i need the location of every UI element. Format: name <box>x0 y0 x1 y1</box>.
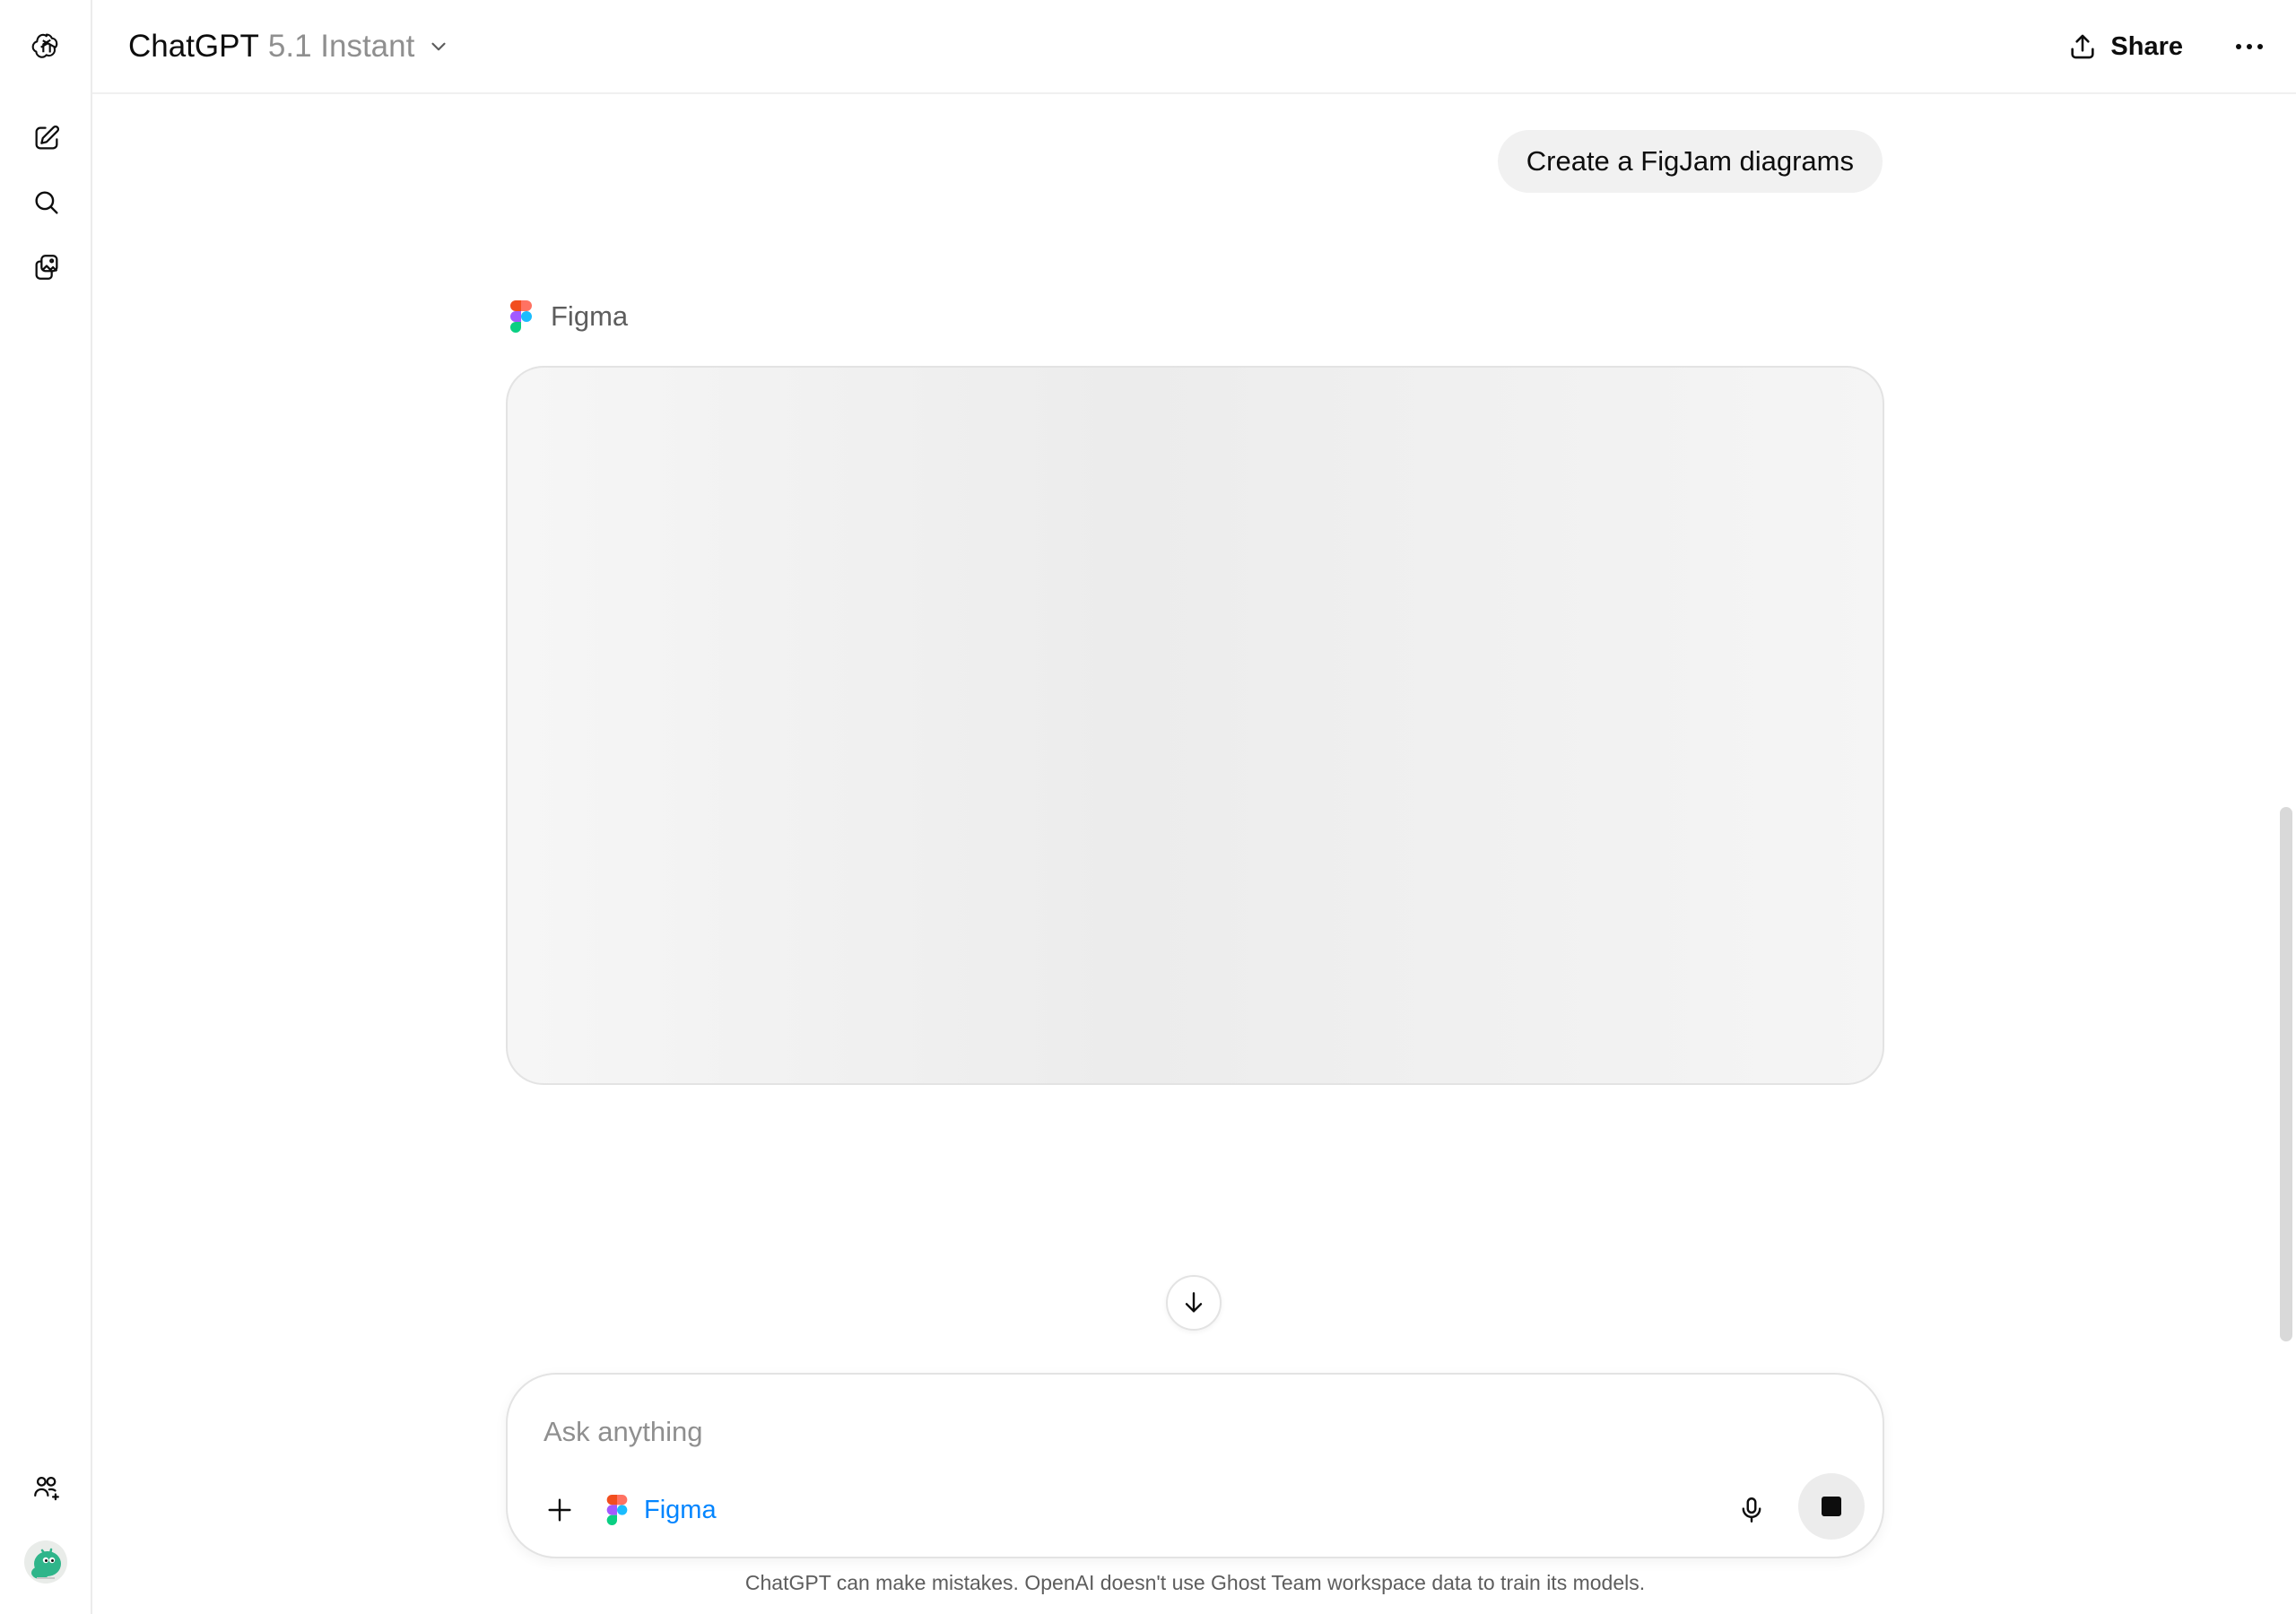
ellipsis-icon <box>2236 44 2263 49</box>
invite-members-icon[interactable] <box>23 1463 70 1510</box>
scrollbar-thumb[interactable] <box>2280 807 2292 1341</box>
model-selector[interactable]: ChatGPT 5.1 Instant <box>125 22 454 72</box>
active-tool-chip[interactable]: Figma <box>606 1488 717 1532</box>
tool-header: Figma <box>509 297 628 336</box>
more-options-button[interactable] <box>2226 23 2273 70</box>
user-message-text: Create a FigJam diagrams <box>1526 145 1854 177</box>
model-name: ChatGPT <box>128 29 259 64</box>
new-chat-icon[interactable] <box>23 115 70 161</box>
disclaimer-text: ChatGPT can make mistakes. OpenAI doesn'… <box>744 1571 1646 1594</box>
openai-logo-icon[interactable] <box>23 23 70 70</box>
arrow-down-icon <box>1185 1292 1203 1313</box>
user-message-bubble: Create a FigJam diagrams <box>1497 130 1883 193</box>
share-label: Share <box>2110 31 2183 61</box>
share-button[interactable]: Share <box>2057 23 2194 70</box>
figma-logo-icon <box>510 300 532 333</box>
chatgpt-app: ChatGPT 5.1 Instant Share Create a FigJa… <box>0 0 2296 1614</box>
stop-icon <box>1822 1497 1841 1516</box>
model-version: 5.1 Instant <box>267 29 415 64</box>
tool-name: Figma <box>551 300 629 332</box>
add-attachment-button[interactable] <box>535 1485 585 1535</box>
figma-logo-icon <box>606 1495 628 1525</box>
top-header: ChatGPT 5.1 Instant Share <box>92 0 2296 94</box>
avatar[interactable] <box>24 1540 67 1584</box>
scroll-to-bottom-button[interactable] <box>1166 1275 1222 1331</box>
left-rail <box>0 0 92 1614</box>
chevron-down-icon <box>431 42 446 51</box>
library-icon[interactable] <box>23 244 70 291</box>
figma-embed-placeholder[interactable] <box>506 366 1884 1085</box>
microphone-icon <box>1742 1497 1761 1523</box>
plus-icon <box>548 1498 571 1522</box>
active-tool-label: Figma <box>644 1495 717 1524</box>
prompt-input[interactable] <box>544 1407 1799 1457</box>
composer: Figma <box>506 1373 1884 1558</box>
share-icon <box>2071 34 2094 59</box>
search-icon[interactable] <box>23 179 70 226</box>
stop-generating-button[interactable] <box>1798 1473 1865 1540</box>
dictate-button[interactable] <box>1726 1485 1777 1535</box>
